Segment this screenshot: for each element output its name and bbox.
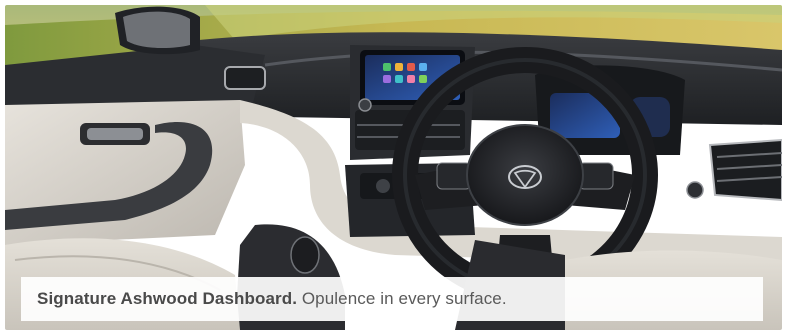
caption-title: Signature Ashwood Dashboard.: [37, 289, 298, 308]
caption-text: Opulence in every surface.: [301, 289, 507, 308]
photo-frame: Signature Ashwood Dashboard. Opulence in…: [5, 5, 782, 330]
caption-bar: Signature Ashwood Dashboard. Opulence in…: [21, 277, 763, 321]
